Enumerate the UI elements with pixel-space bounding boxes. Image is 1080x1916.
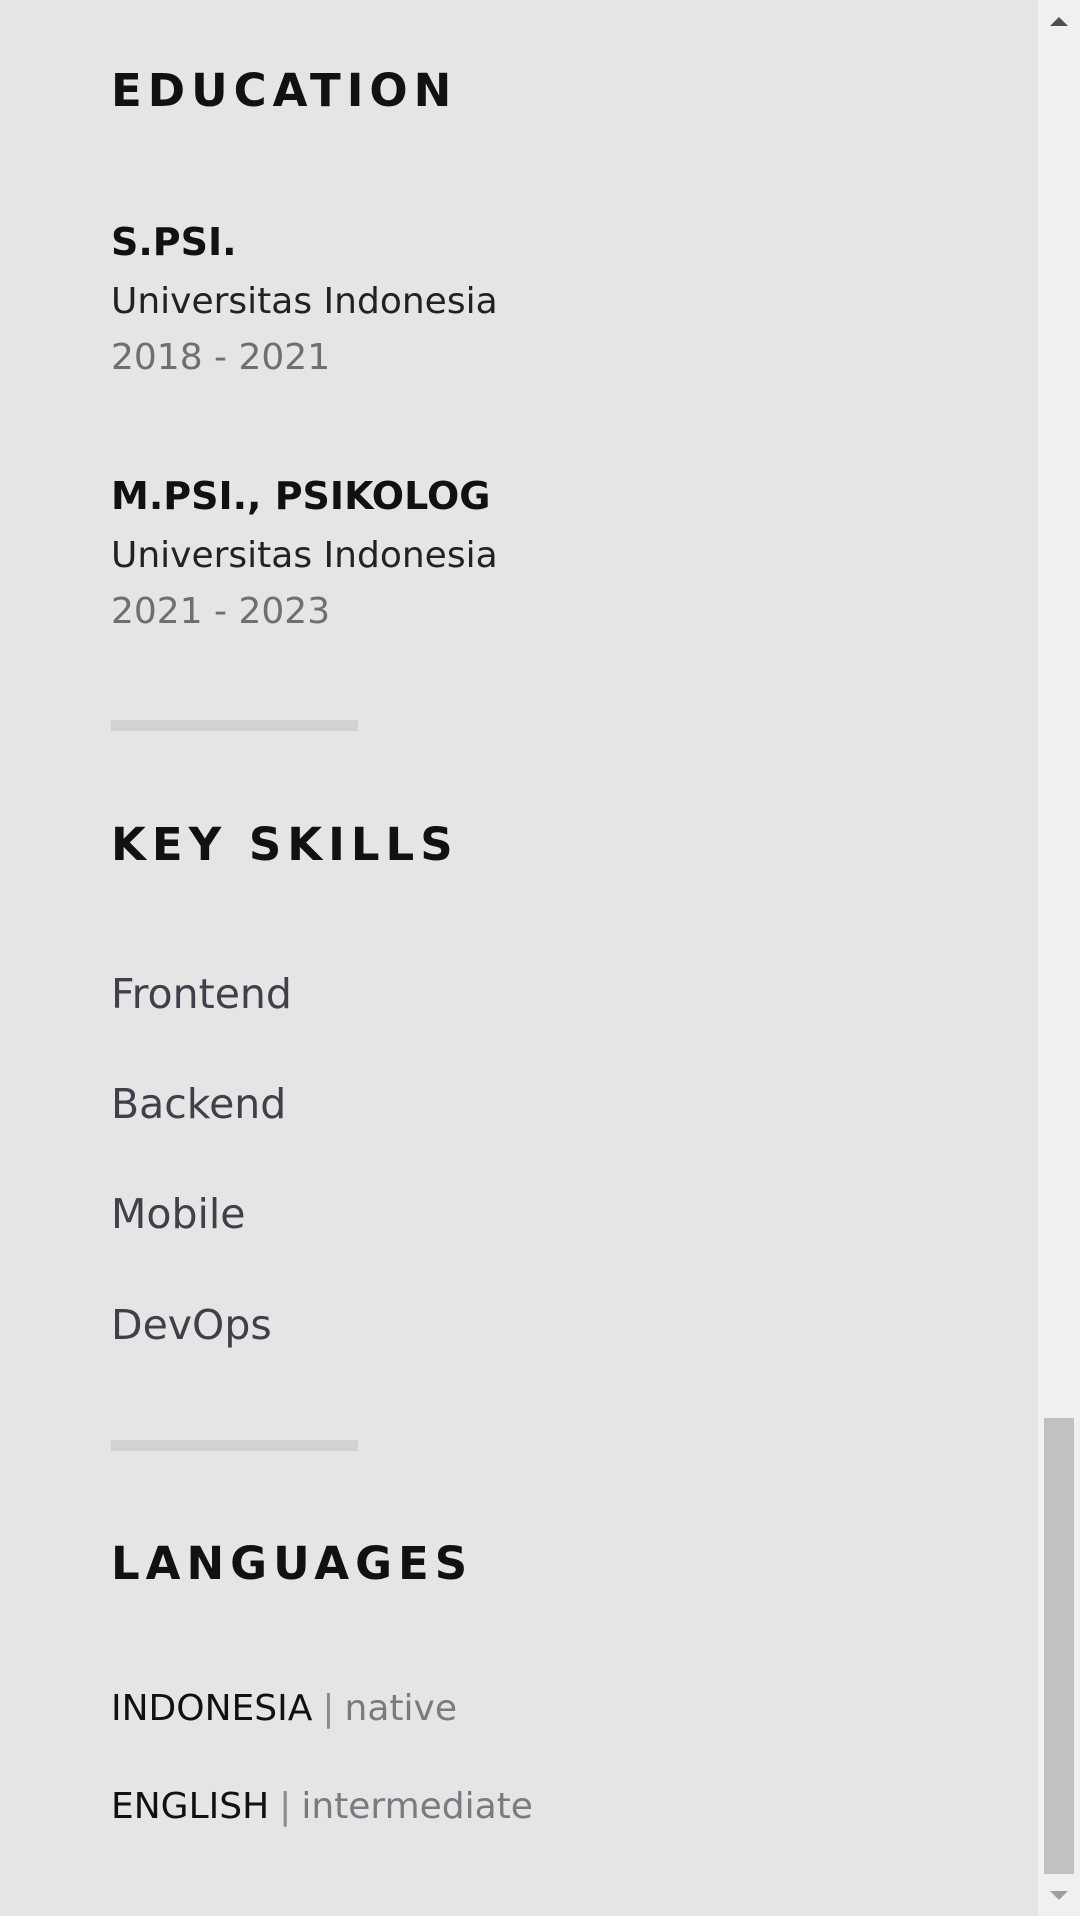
resume-page: EDUCATION S.PSI. Universitas Indonesia 2… bbox=[0, 0, 1038, 1916]
skill-item: Frontend bbox=[111, 970, 292, 1018]
education-degree: S.PSI. bbox=[111, 220, 237, 264]
skill-item: Backend bbox=[111, 1080, 287, 1128]
education-years: 2018 - 2021 bbox=[111, 337, 331, 378]
education-years: 2021 - 2023 bbox=[111, 591, 331, 632]
education-school: Universitas Indonesia bbox=[111, 281, 498, 322]
language-separator: | bbox=[322, 1688, 335, 1729]
language-item: INDONESIA | native bbox=[111, 1688, 457, 1729]
education-heading: EDUCATION bbox=[111, 64, 458, 117]
language-separator: | bbox=[279, 1786, 292, 1827]
language-name: INDONESIA bbox=[111, 1688, 313, 1729]
language-name: ENGLISH bbox=[111, 1786, 270, 1827]
education-school: Universitas Indonesia bbox=[111, 535, 498, 576]
section-divider bbox=[111, 720, 358, 731]
language-level: native bbox=[344, 1688, 457, 1729]
skill-item: Mobile bbox=[111, 1190, 246, 1238]
language-item: ENGLISH | intermediate bbox=[111, 1786, 533, 1827]
scrollbar-thumb[interactable] bbox=[1044, 1418, 1074, 1874]
skills-heading: KEY SKILLS bbox=[111, 818, 459, 871]
languages-heading: LANGUAGES bbox=[111, 1537, 474, 1590]
language-level: intermediate bbox=[301, 1786, 533, 1827]
scroll-up-button[interactable] bbox=[1038, 0, 1080, 42]
education-degree: M.PSI., PSIKOLOG bbox=[111, 474, 491, 518]
triangle-up-icon bbox=[1050, 16, 1068, 26]
scroll-down-button[interactable] bbox=[1038, 1874, 1080, 1916]
triangle-down-icon bbox=[1050, 1890, 1068, 1900]
vertical-scrollbar[interactable] bbox=[1038, 0, 1080, 1916]
skill-item: DevOps bbox=[111, 1301, 272, 1349]
section-divider bbox=[111, 1440, 358, 1451]
